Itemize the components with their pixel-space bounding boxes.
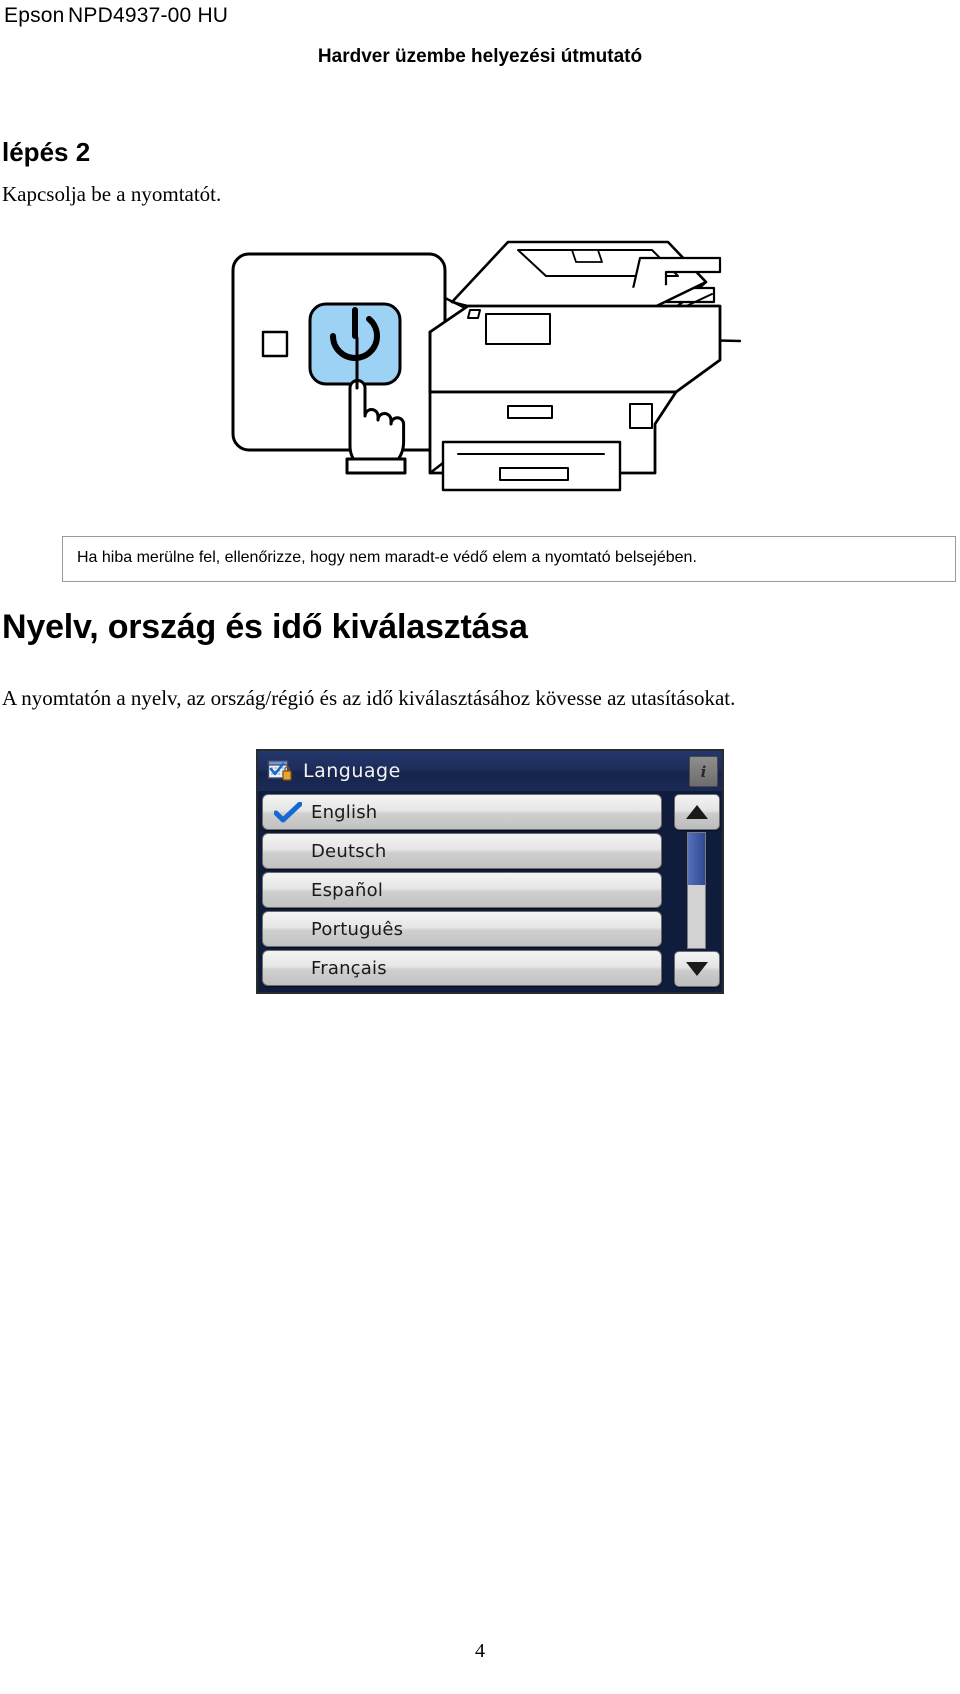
lcd-title-bar: Language i — [258, 751, 722, 791]
language-settings-icon — [267, 758, 293, 784]
info-button[interactable]: i — [689, 756, 718, 787]
document-page: Epson NPD4937-00 HU Hardver üzembe helye… — [0, 0, 960, 1694]
printer-lcd-screenshot: Language i English Deutsch Español Portu… — [256, 749, 724, 994]
list-item-label: English — [311, 801, 378, 823]
brand-name: Epson — [4, 4, 65, 27]
list-item-label: Português — [311, 918, 404, 940]
lcd-body: English Deutsch Español Português França… — [258, 791, 722, 992]
section-body-text: A nyomtatón a nyelv, az ország/régió és … — [2, 686, 736, 710]
document-title: Hardver üzembe helyezési útmutató — [317, 46, 643, 67]
lcd-title-text: Language — [303, 760, 401, 782]
page-number: 4 — [475, 1640, 485, 1662]
list-item-label: Français — [311, 957, 387, 979]
document-code: NPD4937-00 HU — [68, 4, 229, 27]
note-box: Ha hiba merülne fel, ellenőrizze, hogy n… — [62, 536, 956, 582]
scroll-down-button[interactable] — [674, 951, 720, 987]
power-on-illustration — [200, 228, 760, 493]
scrollbar-track[interactable] — [687, 832, 706, 949]
list-item[interactable]: Français — [262, 950, 662, 986]
list-item-label: Deutsch — [311, 840, 387, 862]
section-heading: Nyelv, ország és idő kiválasztása — [2, 608, 528, 646]
list-item[interactable]: Deutsch — [262, 833, 662, 869]
checkmark-icon — [273, 801, 303, 824]
triangle-up-icon — [686, 805, 708, 819]
scrollbar[interactable] — [674, 794, 720, 987]
scrollbar-thumb[interactable] — [688, 833, 705, 885]
scroll-up-button[interactable] — [674, 794, 720, 830]
page-header: Epson NPD4937-00 HU — [0, 0, 960, 36]
list-item[interactable]: Português — [262, 911, 662, 947]
list-item[interactable]: English — [262, 794, 662, 830]
note-text: Ha hiba merülne fel, ellenőrizze, hogy n… — [77, 549, 697, 566]
language-list: English Deutsch Español Português França… — [262, 794, 662, 989]
triangle-down-icon — [686, 962, 708, 976]
step-instruction: Kapcsolja be a nyomtatót. — [2, 182, 222, 206]
list-item-label: Español — [311, 879, 384, 901]
list-item[interactable]: Español — [262, 872, 662, 908]
step-label: lépés 2 — [2, 137, 91, 167]
